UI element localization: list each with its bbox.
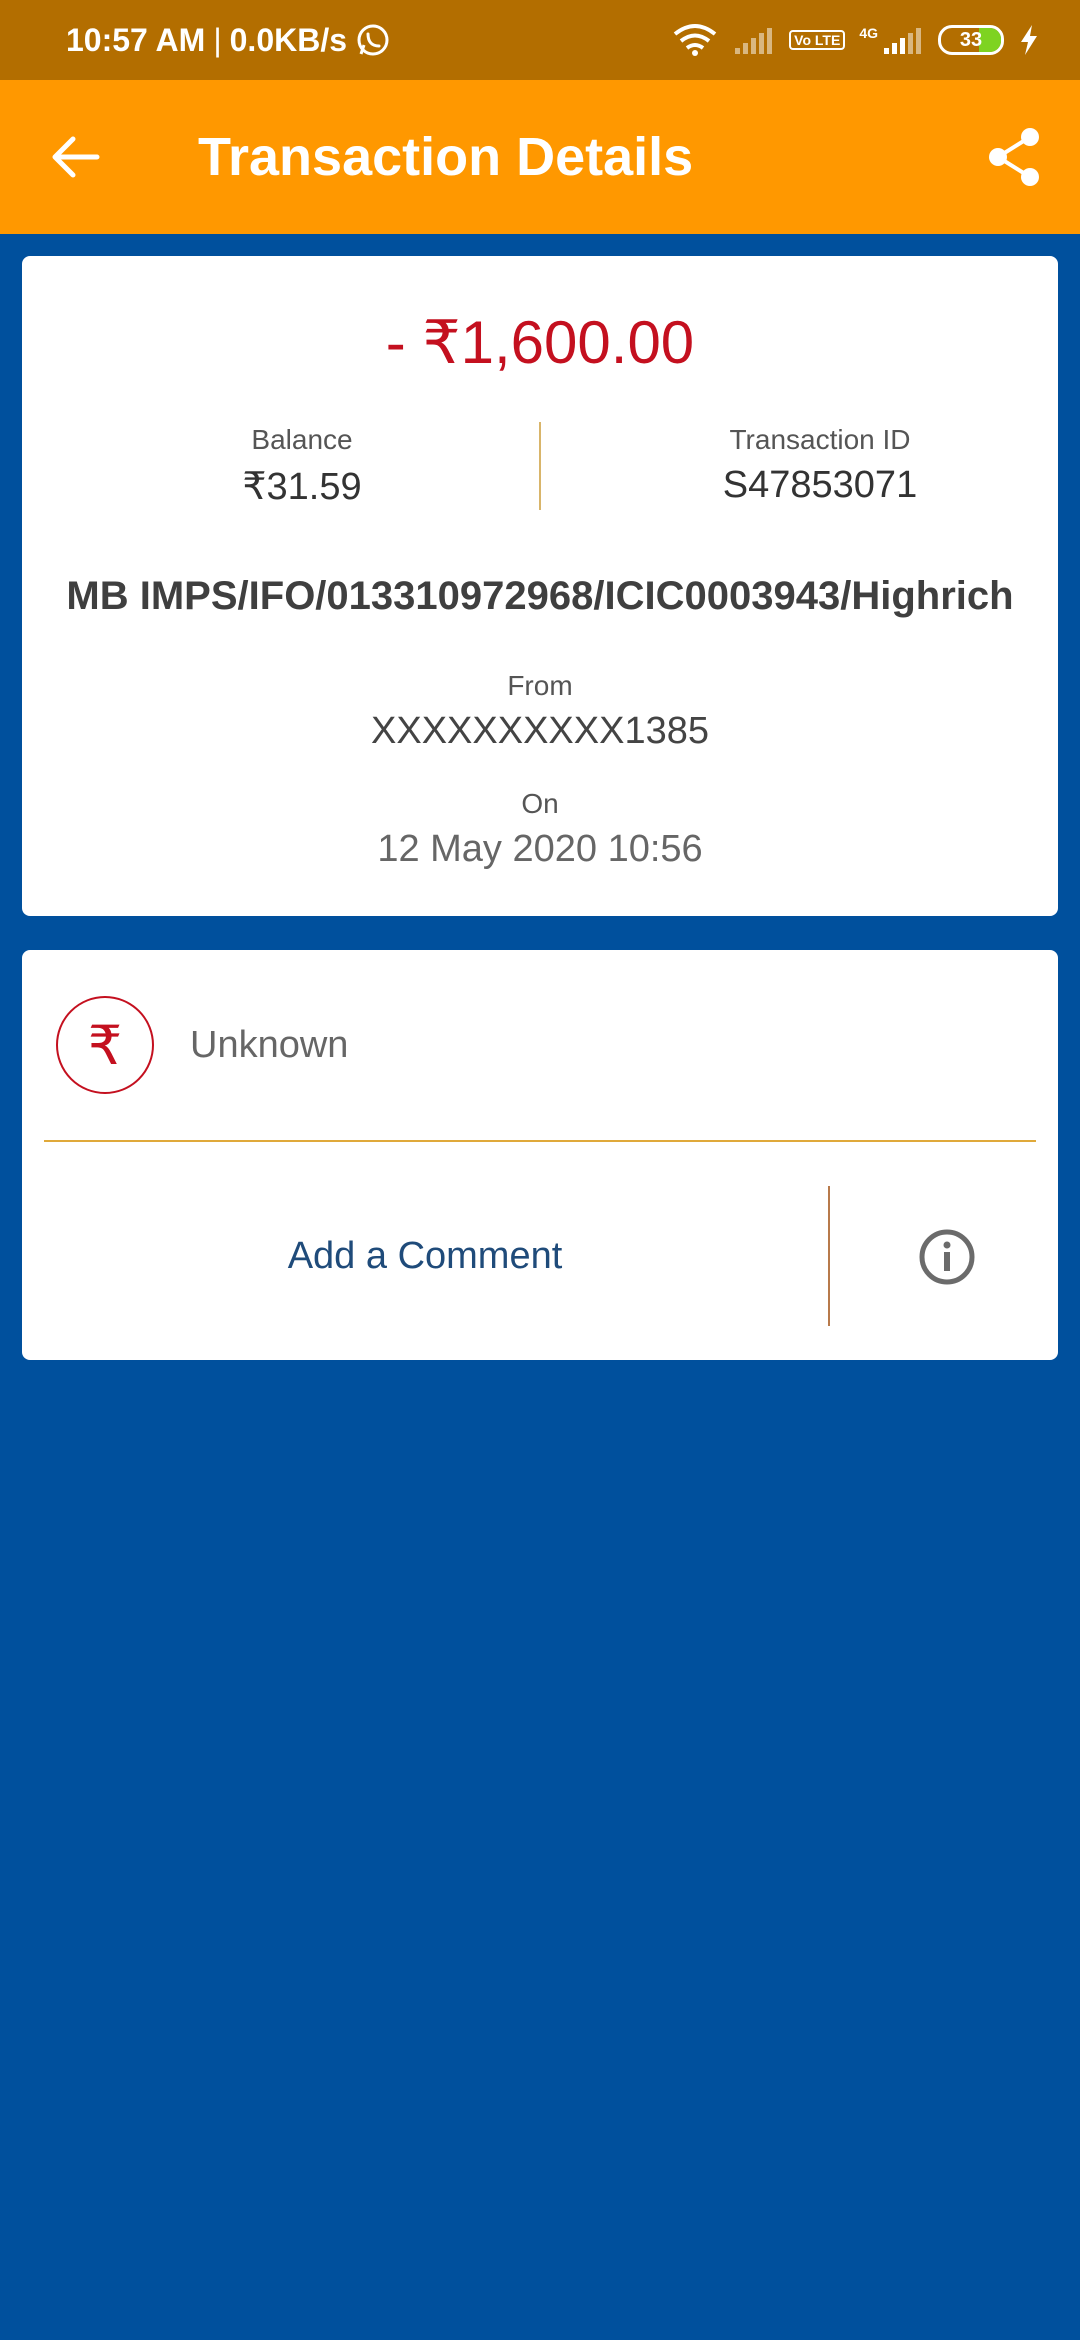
date-block: On 12 May 2020 10:56	[22, 788, 1058, 871]
status-net-speed: 0.0KB/s	[229, 21, 348, 58]
balance-value: ₹31.59	[242, 466, 362, 508]
status-time: 10:57 AM	[66, 21, 206, 58]
battery-icon: 33	[938, 25, 1004, 55]
signal-icon-sim1	[735, 28, 773, 54]
volte-icon: Vo LTE	[789, 30, 846, 50]
info-button[interactable]	[892, 1202, 1002, 1312]
info-icon	[919, 1229, 975, 1285]
category-card: ₹ Unknown Add a Comment	[22, 950, 1058, 1360]
transaction-id-label: Transaction ID	[729, 424, 911, 455]
from-value: XXXXXXXXXX1385	[371, 710, 709, 752]
transaction-card: - ₹1,600.00 Balance ₹31.59 Transaction I…	[22, 256, 1058, 916]
rupee-icon: ₹	[56, 996, 154, 1094]
status-bar: 10:57 AM | 0.0KB/s Vo LTE 4G 33	[0, 0, 1080, 80]
transaction-id-value: S47853071	[722, 464, 918, 506]
from-block: From XXXXXXXXXX1385	[22, 670, 1058, 753]
transaction-narration: MB IMPS/IFO/013310972968/ICIC0003943/Hig…	[66, 574, 1014, 618]
network-type: 4G	[859, 25, 878, 41]
share-button[interactable]	[954, 80, 1074, 234]
from-label: From	[507, 670, 573, 701]
date-label: On	[521, 788, 559, 819]
battery-level: 33	[959, 28, 983, 51]
wifi-icon	[673, 24, 717, 56]
page-title: Transaction Details	[198, 127, 694, 187]
balance-block: Balance ₹31.59	[62, 424, 542, 509]
whatsapp-icon	[357, 24, 389, 56]
status-right: Vo LTE 4G 33	[671, 22, 1040, 58]
transaction-id-block: Transaction ID S47853071	[580, 424, 1060, 507]
divider	[44, 1140, 1036, 1142]
arrow-left-icon	[52, 136, 100, 178]
transaction-amount: - ₹1,600.00	[385, 309, 695, 376]
back-button[interactable]	[16, 80, 136, 234]
balance-label: Balance	[251, 424, 353, 455]
share-icon	[989, 128, 1039, 186]
category-label: Unknown	[190, 1023, 349, 1066]
category-row[interactable]: ₹ Unknown	[22, 950, 1058, 1140]
status-left: 10:57 AM | 0.0KB/s	[66, 22, 391, 59]
add-comment-button[interactable]: Add a Comment	[22, 1186, 828, 1326]
stat-divider	[539, 422, 541, 510]
status-separator: |	[213, 21, 222, 58]
battery-fill	[979, 28, 1001, 52]
app-bar: Transaction Details	[0, 80, 1080, 234]
signal-icon-sim2	[884, 28, 921, 54]
date-value: 12 May 2020 10:56	[377, 828, 703, 870]
charging-icon	[1021, 25, 1037, 55]
vertical-divider	[828, 1186, 830, 1326]
